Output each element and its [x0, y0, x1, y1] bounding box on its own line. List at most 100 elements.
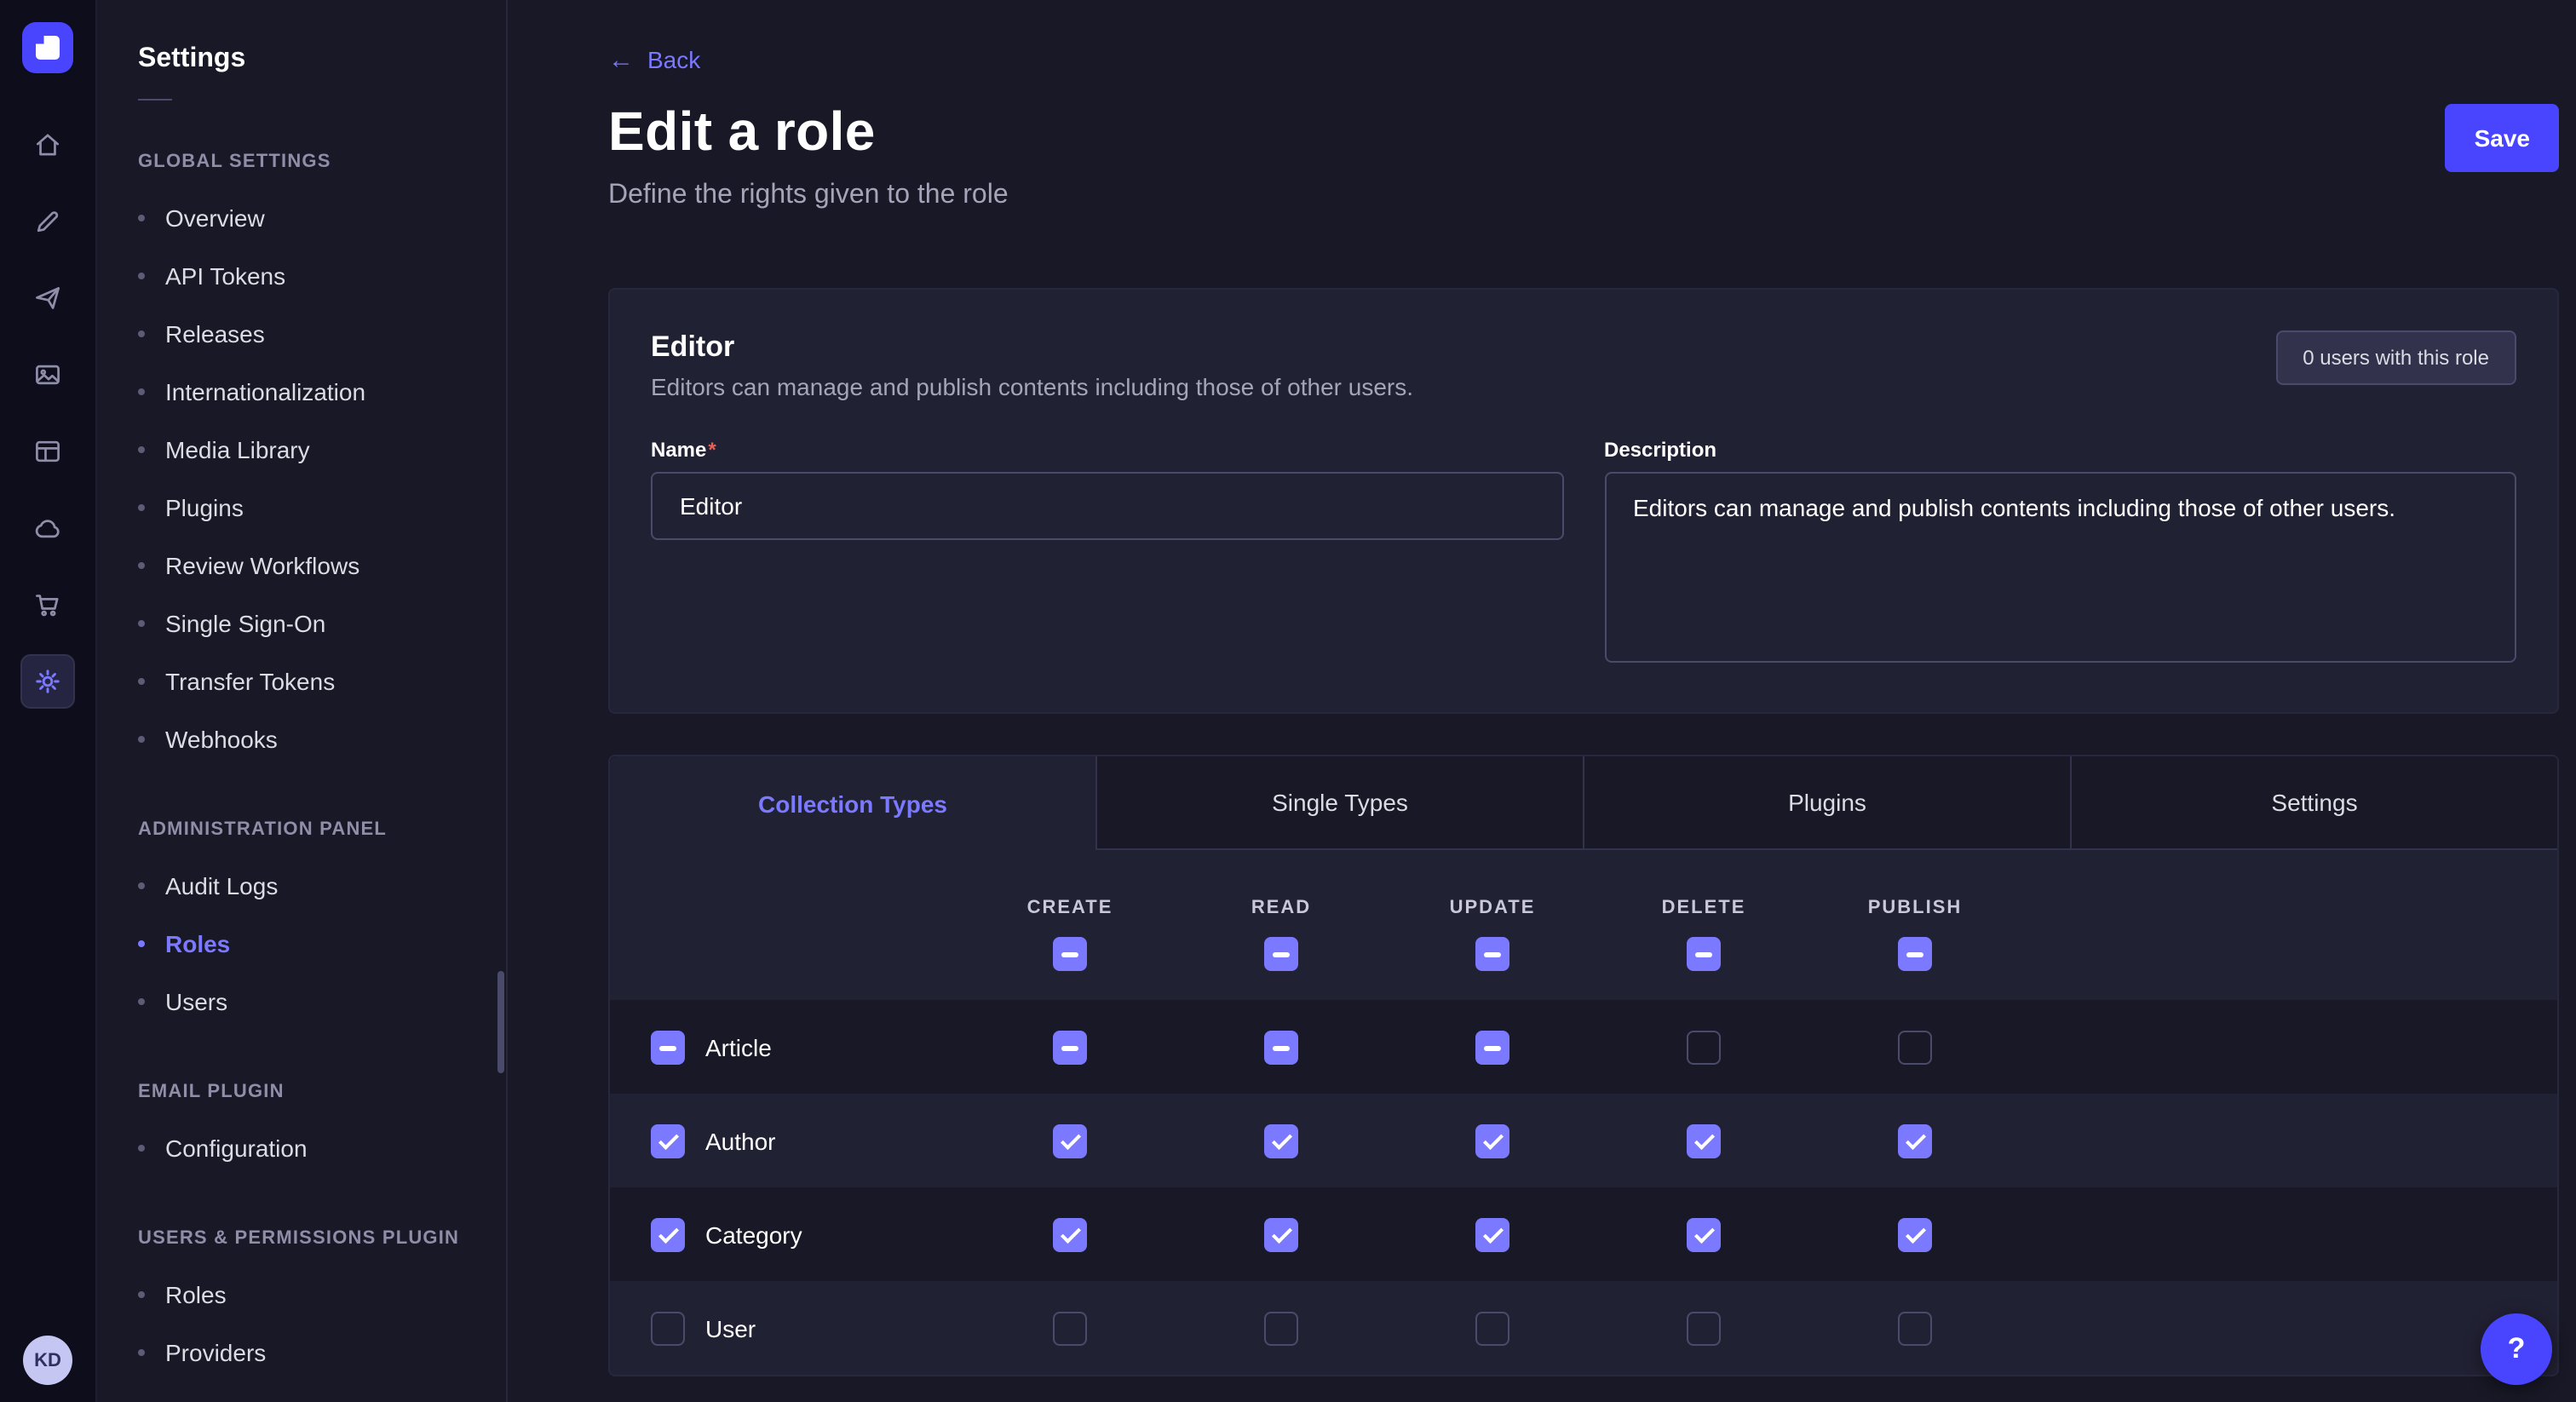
sidebar-item-media-library[interactable]: Media Library [97, 421, 506, 479]
sidebar-item-configuration[interactable]: Configuration [97, 1119, 506, 1177]
sidebar-item-releases[interactable]: Releases [97, 305, 506, 363]
page-header: Edit a role Define the rights given to t… [608, 101, 2559, 211]
tab-settings[interactable]: Settings [2072, 756, 2557, 850]
media-library-icon[interactable] [20, 348, 75, 402]
settings-sidebar: Settings GLOBAL SETTINGS Overview API To… [97, 0, 508, 1402]
row-checkbox[interactable] [651, 1123, 685, 1158]
main-content: ← Back Edit a role Define the rights giv… [508, 0, 2576, 1402]
sidebar-item-internationalization[interactable]: Internationalization [97, 363, 506, 421]
article-create-checkbox[interactable] [1053, 1030, 1087, 1064]
name-field-group: Name* [651, 438, 1563, 540]
select-all-publish-checkbox[interactable] [1898, 936, 1932, 970]
select-all-delete-checkbox[interactable] [1687, 936, 1721, 970]
section-global-settings: GLOBAL SETTINGS Overview API Tokens Rele… [97, 152, 506, 768]
bullet-icon [138, 562, 145, 569]
section-label: ADMINISTRATION PANEL [97, 819, 506, 840]
tab-single-types[interactable]: Single Types [1097, 756, 1584, 850]
name-input[interactable] [651, 472, 1563, 540]
sidebar-item-overview[interactable]: Overview [97, 189, 506, 247]
section-label: USERS & PERMISSIONS PLUGIN [97, 1228, 506, 1249]
divider [138, 99, 172, 101]
content-manager-icon[interactable] [20, 194, 75, 249]
sidebar-item-single-sign-on[interactable]: Single Sign-On [97, 595, 506, 652]
user-create-checkbox[interactable] [1053, 1311, 1087, 1345]
column-header-publish: PUBLISH [1868, 897, 1963, 917]
back-arrow-icon: ← [608, 47, 634, 72]
user-publish-checkbox[interactable] [1898, 1311, 1932, 1345]
help-button[interactable]: ? [2481, 1313, 2552, 1385]
bullet-icon [138, 388, 145, 395]
author-delete-checkbox[interactable] [1687, 1123, 1721, 1158]
users-with-role-badge[interactable]: 0 users with this role [2275, 330, 2516, 385]
author-update-checkbox[interactable] [1475, 1123, 1509, 1158]
strapi-logo[interactable] [22, 22, 73, 73]
category-create-checkbox[interactable] [1053, 1217, 1087, 1251]
table-row-user: User [610, 1281, 2557, 1375]
role-name-heading: Editor [651, 330, 1413, 365]
user-delete-checkbox[interactable] [1687, 1311, 1721, 1345]
article-delete-checkbox[interactable] [1687, 1030, 1721, 1064]
select-all-create-checkbox[interactable] [1053, 936, 1087, 970]
section-administration-panel: ADMINISTRATION PANEL Audit Logs Roles Us… [97, 819, 506, 1031]
sidebar-title: Settings [97, 0, 506, 75]
content-type-builder-icon[interactable] [20, 424, 75, 479]
row-label: Article [705, 1033, 772, 1060]
user-read-checkbox[interactable] [1264, 1311, 1298, 1345]
avatar[interactable]: KD [23, 1336, 72, 1385]
section-email-plugin: EMAIL PLUGIN Configuration [97, 1082, 506, 1177]
section-label: GLOBAL SETTINGS [97, 152, 506, 172]
back-link-label[interactable]: Back [647, 46, 700, 73]
sidebar-item-roles[interactable]: Roles [97, 915, 506, 973]
sidebar-item-webhooks[interactable]: Webhooks [97, 710, 506, 768]
category-publish-checkbox[interactable] [1898, 1217, 1932, 1251]
section-label: EMAIL PLUGIN [97, 1082, 506, 1102]
role-details-card: Editor Editors can manage and publish co… [608, 288, 2559, 714]
row-checkbox[interactable] [651, 1030, 685, 1064]
save-button[interactable]: Save [2446, 104, 2559, 172]
description-field-group: Description Editors can manage and publi… [1604, 438, 2516, 671]
sidebar-item-transfer-tokens[interactable]: Transfer Tokens [97, 652, 506, 710]
bullet-icon [138, 273, 145, 279]
category-read-checkbox[interactable] [1264, 1217, 1298, 1251]
bullet-icon [138, 940, 145, 947]
home-icon[interactable] [20, 118, 75, 172]
sidebar-item-plugins[interactable]: Plugins [97, 479, 506, 537]
column-header-update: UPDATE [1450, 897, 1536, 917]
description-textarea[interactable]: Editors can manage and publish contents … [1604, 472, 2516, 663]
releases-paper-plane-icon[interactable] [20, 271, 75, 325]
sidebar-item-users[interactable]: Users [97, 973, 506, 1031]
role-description-text: Editors can manage and publish contents … [651, 373, 1413, 400]
back-link[interactable]: ← Back [608, 46, 700, 73]
author-create-checkbox[interactable] [1053, 1123, 1087, 1158]
marketplace-cart-icon[interactable] [20, 577, 75, 632]
article-publish-checkbox[interactable] [1898, 1030, 1932, 1064]
article-read-checkbox[interactable] [1264, 1030, 1298, 1064]
bullet-icon [138, 620, 145, 627]
category-delete-checkbox[interactable] [1687, 1217, 1721, 1251]
bullet-icon [138, 998, 145, 1005]
name-label: Name* [651, 438, 1563, 462]
select-all-update-checkbox[interactable] [1475, 936, 1509, 970]
row-checkbox[interactable] [651, 1311, 685, 1345]
row-checkbox[interactable] [651, 1217, 685, 1251]
category-update-checkbox[interactable] [1475, 1217, 1509, 1251]
tab-plugins[interactable]: Plugins [1584, 756, 2072, 850]
required-asterisk: * [708, 438, 716, 462]
sidebar-item-audit-logs[interactable]: Audit Logs [97, 857, 506, 915]
author-publish-checkbox[interactable] [1898, 1123, 1932, 1158]
page-title: Edit a role [608, 101, 1009, 164]
sidebar-item-up-roles[interactable]: Roles [97, 1266, 506, 1324]
cloud-icon[interactable] [20, 501, 75, 555]
author-read-checkbox[interactable] [1264, 1123, 1298, 1158]
bullet-icon [138, 736, 145, 743]
sidebar-item-up-providers[interactable]: Providers [97, 1324, 506, 1382]
user-update-checkbox[interactable] [1475, 1311, 1509, 1345]
settings-gear-icon[interactable] [20, 654, 75, 709]
select-all-read-checkbox[interactable] [1264, 936, 1298, 970]
tab-collection-types[interactable]: Collection Types [610, 756, 1097, 850]
article-update-checkbox[interactable] [1475, 1030, 1509, 1064]
column-header-create: CREATE [1027, 897, 1113, 917]
sidebar-scrollbar[interactable] [497, 971, 504, 1073]
sidebar-item-api-tokens[interactable]: API Tokens [97, 247, 506, 305]
sidebar-item-review-workflows[interactable]: Review Workflows [97, 537, 506, 595]
